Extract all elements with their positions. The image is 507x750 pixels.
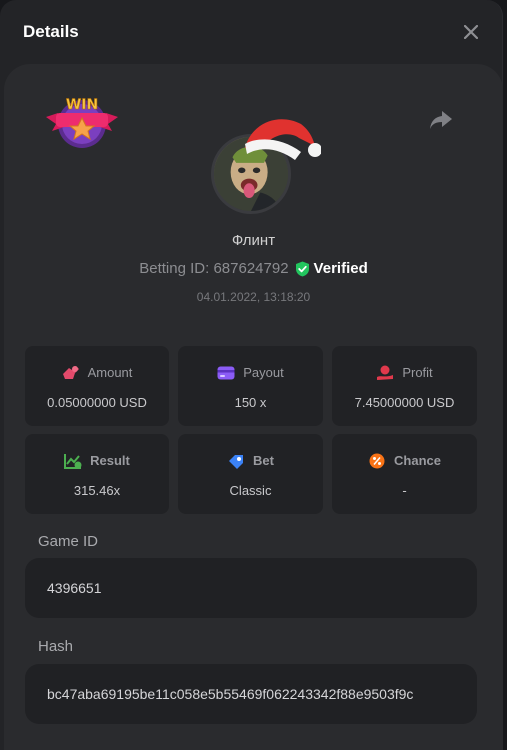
- stat-label: Payout: [243, 365, 284, 380]
- stat-chance: Chance -: [332, 434, 477, 514]
- stat-bet: Bet Classic: [178, 434, 323, 514]
- verified-label: Verified: [313, 260, 368, 277]
- betting-id-label: Betting ID: 687624792: [139, 260, 289, 277]
- close-button[interactable]: [460, 21, 482, 43]
- close-icon: [464, 25, 478, 39]
- stat-value: 7.45000000 USD: [354, 394, 455, 410]
- stat-label: Result: [90, 453, 130, 468]
- hash-field[interactable]: bc47aba69195be11c058e5b55469f062243342f8…: [25, 664, 477, 724]
- hash-label: Hash: [38, 638, 74, 655]
- verified-shield-icon: [295, 261, 309, 276]
- bet-details-card: WIN Флинт Betting ID: 687624792 Verified…: [4, 64, 503, 750]
- stat-label: Bet: [253, 453, 274, 468]
- stat-label: Chance: [394, 453, 441, 468]
- profit-icon: [376, 364, 394, 382]
- betting-id-line: Betting ID: 687624792 Verified: [4, 260, 503, 277]
- details-modal: Details WIN Флинт Betting ID: 687624792 …: [0, 0, 503, 750]
- stat-value: 0.05000000 USD: [47, 394, 147, 410]
- stats-grid: Amount 0.05000000 USD Payout 150 x Profi…: [25, 346, 477, 514]
- result-icon: [64, 452, 82, 470]
- amount-icon: [62, 364, 80, 382]
- avatar-container: [209, 119, 329, 218]
- stat-payout: Payout 150 x: [178, 346, 323, 426]
- player-name: Флинт: [231, 232, 276, 249]
- game-id-field[interactable]: 4396651: [25, 558, 477, 618]
- stat-label: Amount: [87, 365, 133, 380]
- win-badge-icon: WIN: [46, 97, 118, 148]
- stat-amount: Amount 0.05000000 USD: [25, 346, 169, 426]
- stat-value: 150 x: [234, 394, 267, 410]
- modal-title: Details: [23, 22, 79, 41]
- game-id-label: Game ID: [38, 533, 99, 550]
- share-button[interactable]: [428, 108, 454, 132]
- santa-hat-icon: [245, 119, 321, 160]
- verified-status: Verified: [295, 260, 368, 277]
- chance-icon: [368, 452, 386, 470]
- payout-icon: [217, 364, 235, 382]
- win-badge-text: WIN: [66, 97, 98, 113]
- stat-value: -: [402, 482, 407, 498]
- bet-icon: [227, 452, 245, 470]
- stat-label: Profit: [402, 365, 433, 380]
- bet-timestamp: 04.01.2022, 13:18:20: [196, 290, 311, 304]
- stat-profit: Profit 7.45000000 USD: [332, 346, 477, 426]
- modal-header: Details: [0, 0, 502, 64]
- share-icon: [430, 111, 452, 129]
- stat-result: Result 315.46x: [25, 434, 169, 514]
- stat-value: 315.46x: [73, 482, 121, 498]
- stat-value: Classic: [229, 482, 272, 498]
